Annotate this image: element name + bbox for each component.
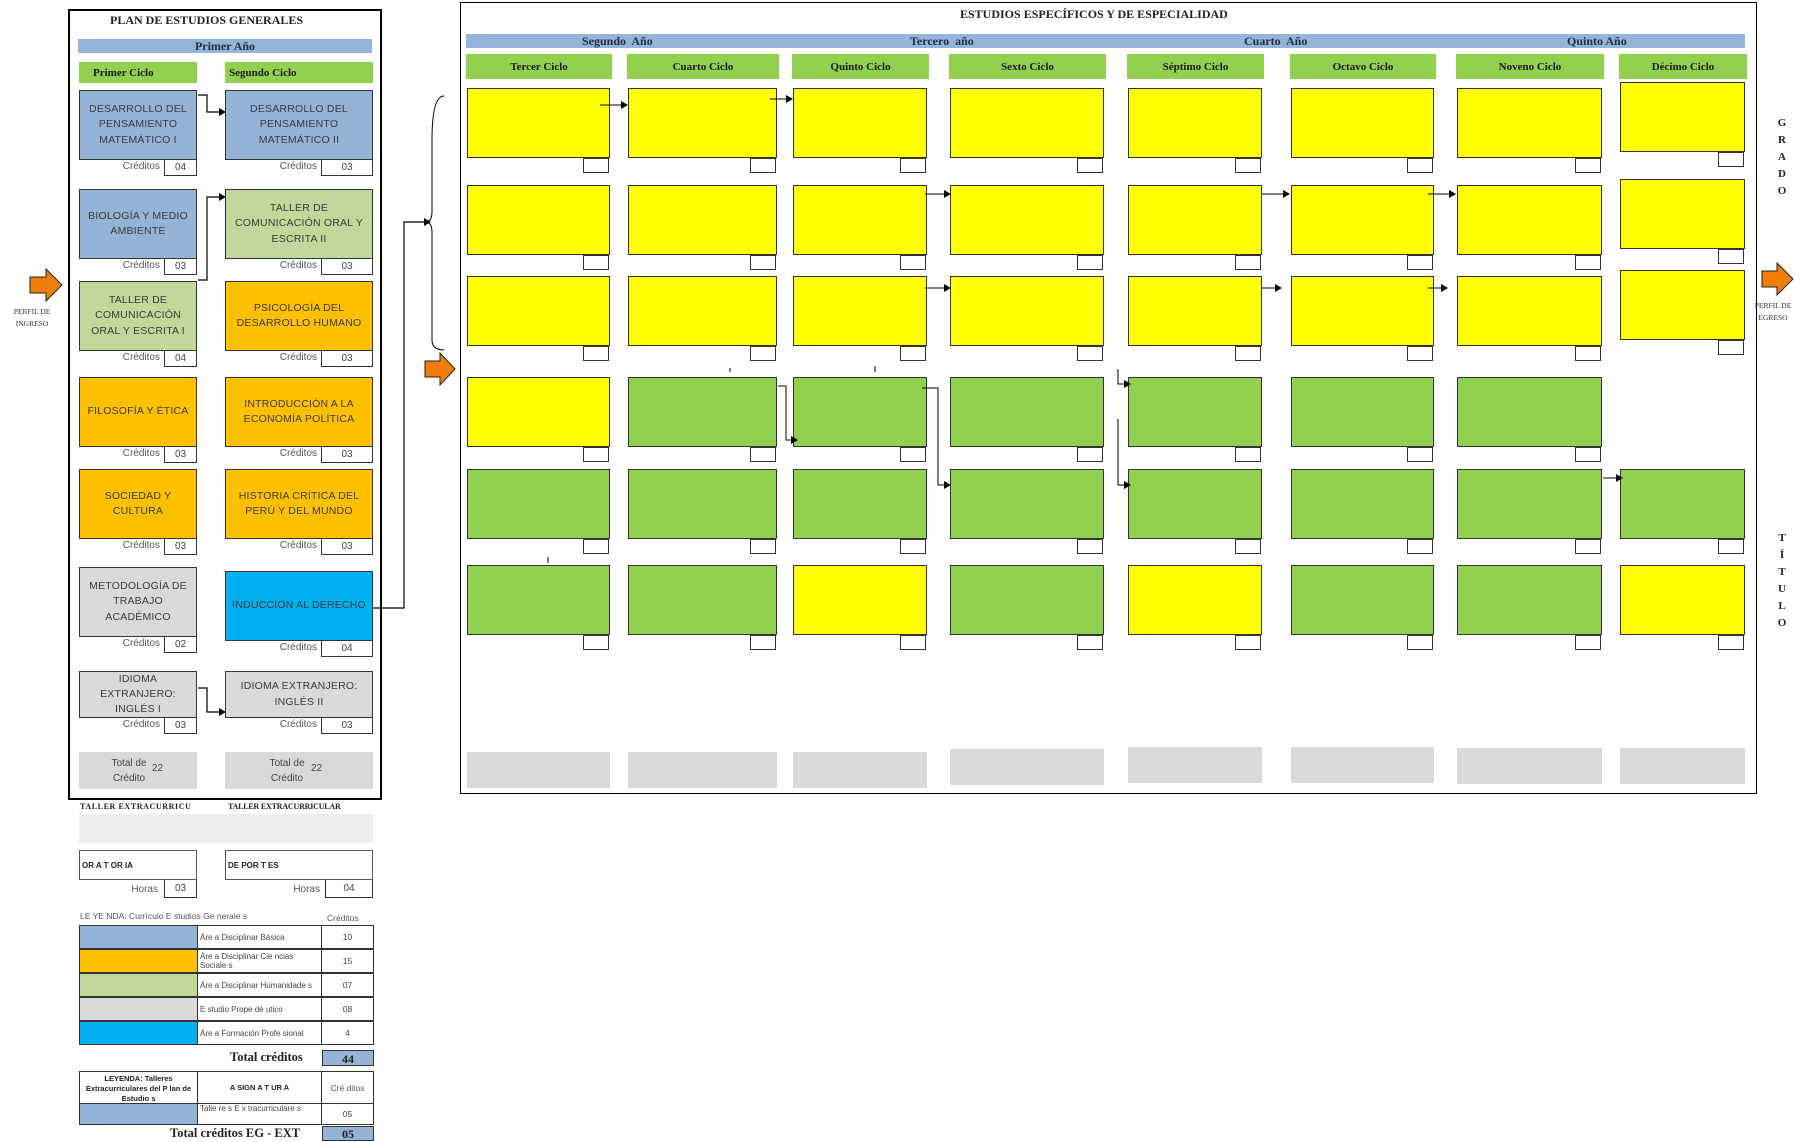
vertical-letter: U [1778, 583, 1786, 595]
legend-swatch [79, 997, 198, 1021]
legend-swatch [79, 1021, 198, 1045]
legend-label: Áre a Formación Profe sional [200, 1028, 304, 1038]
legend-label-cell: E studio Prope dé utico [198, 997, 322, 1021]
legend2-col3: Cré ditos [330, 1082, 365, 1093]
legend-credits: 4 [345, 1028, 350, 1038]
hours-label-2: Horas [293, 884, 320, 895]
grand-total-label: Total créditos EG - EXT [170, 1126, 301, 1140]
extra-header-2: TALLER EXTRACURRICULAR [228, 802, 341, 811]
connector-lines-specific [547, 95, 1623, 563]
extra-header-1: TALLER EXTRACURRICU [80, 802, 192, 811]
extra-item-oratoria: OR A T OR IA [79, 850, 197, 880]
legend-credits-cell: 4 [322, 1021, 374, 1045]
vertical-letter: T [1778, 532, 1786, 544]
vertical-letter: O [1777, 185, 1787, 197]
legend-credits: 10 [342, 932, 353, 942]
exit-label-line1: PERFIL DE [1754, 301, 1792, 310]
vertical-letter: O [1777, 617, 1787, 629]
vertical-letter: Í [1779, 549, 1785, 561]
hours-value-2: 04 [325, 880, 373, 898]
legend-total-label: Total créditos [230, 1050, 303, 1064]
vertical-letter: D [1778, 168, 1786, 180]
legend-swatch [79, 949, 198, 973]
legend-credits-header: Créditos [327, 913, 359, 923]
legend2-table: LEYENDA: Talleres Extracurriculares del … [79, 1071, 374, 1125]
vertical-letter: A [1778, 151, 1786, 163]
legend-label: Áre a Disciplinar Cie ncias Sociale s [200, 952, 294, 970]
legend-label-cell: Áre a Formación Profe sional [198, 1021, 322, 1045]
hours-value-1: 03 [164, 880, 197, 898]
legend-label-cell: Áre a Disciplinar Humanidade s [198, 973, 322, 997]
legend2-col2: A SIGN A T UR A [229, 1083, 290, 1092]
grand-total-number: 05 [342, 1127, 354, 1141]
legend-credits-cell: 07 [322, 973, 374, 997]
extra-item-deportes: DE POR T ES [225, 850, 373, 880]
extra-item-label: OR A T OR IA [82, 860, 133, 870]
exit-label: PERFIL DE EGRESO [1752, 300, 1794, 324]
legend-label-cell: Áre a Disciplinar Básica [198, 925, 322, 949]
exit-label-line2: EGRESO [1758, 313, 1788, 322]
vertical-letter: L [1778, 600, 1786, 612]
legend-swatch [79, 925, 198, 949]
vertical-letter: T [1778, 566, 1786, 578]
legend2-title: LEYENDA: Talleres Extracurriculares del … [85, 1074, 192, 1103]
hours-label-1: Horas [131, 884, 158, 895]
extra-item-label: DE POR T ES [228, 860, 279, 870]
legend2-col3-cell: Cré ditos [322, 1071, 374, 1104]
legend-title: LE YE NDA: Currículo E studios Ge nerale… [80, 911, 248, 921]
legend-credits: 07 [342, 980, 353, 990]
vertical-letter: G [1777, 117, 1787, 129]
legend-label: E studio Prope dé utico [200, 1004, 283, 1014]
legend-credits-cell: 15 [322, 949, 374, 973]
legend2-row-credits-cell: 05 [322, 1104, 374, 1125]
legend-total-number: 44 [342, 1052, 354, 1066]
legend-credits-cell: 10 [322, 925, 374, 949]
legend-label: Áre a Disciplinar Humanidade s [200, 980, 313, 990]
legend-total-value: 44 [322, 1050, 374, 1066]
legend2-title-cell: LEYENDA: Talleres Extracurriculares del … [79, 1071, 198, 1104]
legend2-row-credits: 05 [342, 1109, 353, 1119]
legend-swatch [79, 973, 198, 997]
exit-arrow-icon [1761, 262, 1794, 296]
legend2-swatch [79, 1104, 198, 1125]
legend-label: Áre a Disciplinar Básica [200, 932, 285, 942]
legend2-row-label-cell: Talle re s E x tracurriculare s [198, 1104, 322, 1125]
legend-credits: 08 [342, 1004, 353, 1014]
extra-gray-bar [79, 814, 373, 843]
legend-credits: 15 [342, 956, 353, 966]
legend-label-cell: Áre a Disciplinar Cie ncias Sociale s [198, 949, 322, 973]
vertical-letter: R [1778, 134, 1786, 146]
legend2-row-label: Talle re s E x tracurriculare s [200, 1104, 301, 1113]
grand-total-value: 05 [322, 1126, 374, 1141]
legend-credits-cell: 08 [322, 997, 374, 1021]
legend2-col2-cell: A SIGN A T UR A [198, 1071, 322, 1104]
